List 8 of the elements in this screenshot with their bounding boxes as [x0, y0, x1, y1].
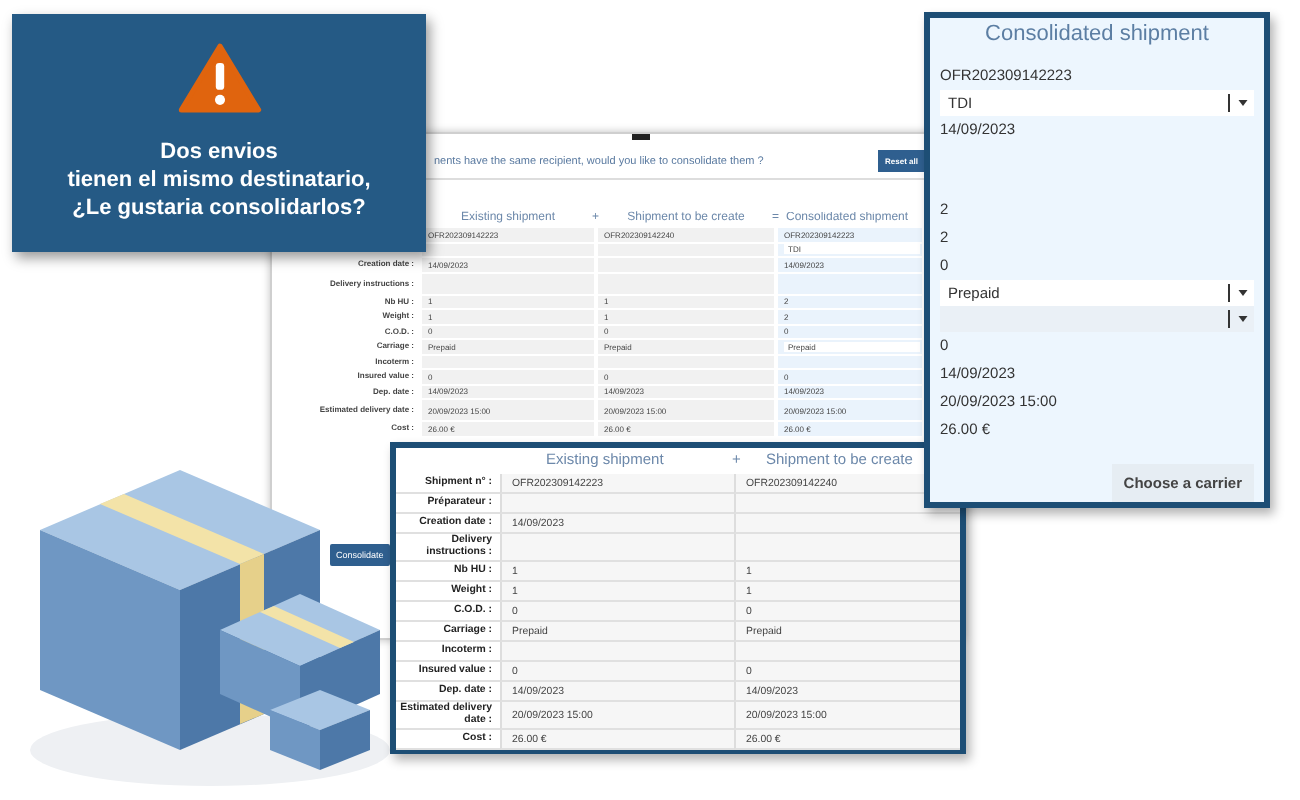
drag-handle[interactable]: [632, 134, 650, 140]
select-field[interactable]: [940, 306, 1254, 332]
warning-icon: [177, 42, 261, 114]
alert-message: Dos envios tienen el mismo destinatario, ¿Le gustaria consolidarlos?: [67, 138, 371, 222]
panel-title: Consolidated shipment: [983, 22, 1211, 46]
caret-icon: [1238, 100, 1248, 106]
caret-icon: [1238, 316, 1248, 322]
caret-icon: [1238, 290, 1248, 296]
